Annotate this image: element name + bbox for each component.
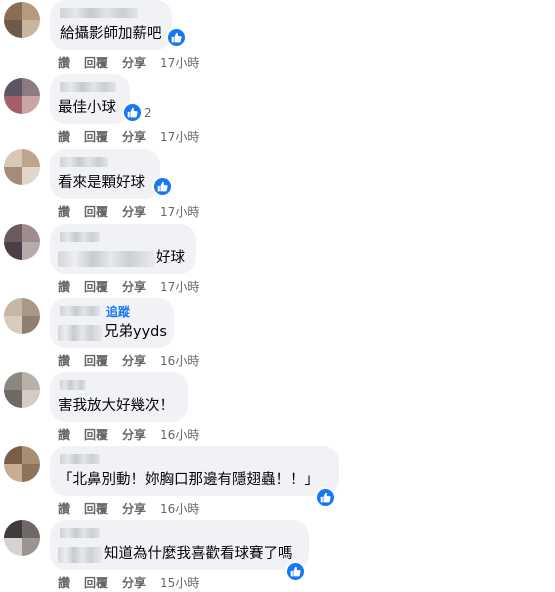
comment-bubble: 給攝影師加薪吧: [50, 0, 172, 50]
timestamp[interactable]: 16小時: [160, 352, 199, 369]
author-name[interactable]: [60, 232, 100, 242]
avatar[interactable]: [4, 149, 40, 185]
comment-text: 看來是顆好球: [58, 175, 145, 191]
like-thumb-icon[interactable]: [122, 102, 143, 123]
author-name[interactable]: [60, 82, 116, 92]
comment-bubble: 「北鼻別動！妳胸口那邊有隱翅蟲！！」: [50, 446, 339, 496]
comment-actions: 讚回覆 分享 17小時: [58, 203, 199, 220]
comment-actions: 讚回覆 分享 17小時: [58, 54, 199, 71]
like-link[interactable]: 讚: [58, 278, 70, 295]
comment-actions: 讚回覆 分享 15小時: [58, 574, 199, 591]
comment-bubble: 追蹤 兄弟yyds: [50, 298, 174, 348]
timestamp[interactable]: 16小時: [160, 426, 199, 443]
comment-text: 給攝影師加薪吧: [60, 26, 162, 42]
timestamp[interactable]: 17小時: [160, 128, 199, 145]
like-thumb-icon[interactable]: [166, 27, 187, 48]
comment-text: 好球: [156, 250, 185, 266]
reply-link[interactable]: 回覆: [84, 574, 108, 591]
like-link[interactable]: 讚: [58, 203, 70, 220]
reaction-count[interactable]: 2: [144, 105, 152, 121]
share-link[interactable]: 分享: [122, 128, 146, 145]
like-thumb-icon[interactable]: [285, 561, 306, 582]
like-thumb-icon[interactable]: [152, 176, 173, 197]
timestamp[interactable]: 17小時: [160, 54, 199, 71]
comment-actions: 讚回覆 分享 16小時: [58, 426, 199, 443]
share-link[interactable]: 分享: [122, 54, 146, 71]
comment-actions: 讚回覆 分享 16小時: [58, 500, 199, 517]
comment-text: 知道為什麼我喜歡看球賽了嗎: [104, 546, 293, 562]
comment-text: 「北鼻別動！妳胸口那邊有隱翅蟲！！」: [58, 472, 319, 488]
comment-actions: 讚回覆 分享 16小時: [58, 352, 199, 369]
author-name[interactable]: [60, 454, 100, 464]
share-link[interactable]: 分享: [122, 203, 146, 220]
share-link[interactable]: 分享: [122, 352, 146, 369]
reply-link[interactable]: 回覆: [84, 278, 108, 295]
comment-bubble: 看來是顆好球: [50, 149, 160, 199]
share-link[interactable]: 分享: [122, 278, 146, 295]
comment-text: 兄弟yyds: [104, 324, 167, 340]
comment-text: 最佳小球: [58, 100, 116, 116]
share-link[interactable]: 分享: [122, 574, 146, 591]
follow-link[interactable]: 追蹤: [106, 303, 130, 320]
redacted-text: [58, 325, 102, 341]
like-link[interactable]: 讚: [58, 500, 70, 517]
author-name[interactable]: [60, 157, 108, 167]
reply-link[interactable]: 回覆: [84, 352, 108, 369]
avatar[interactable]: [4, 446, 40, 482]
share-link[interactable]: 分享: [122, 500, 146, 517]
reply-link[interactable]: 回覆: [84, 128, 108, 145]
avatar[interactable]: [4, 372, 40, 408]
author-name[interactable]: [60, 306, 100, 316]
like-link[interactable]: 讚: [58, 128, 70, 145]
avatar[interactable]: [4, 224, 40, 260]
author-name[interactable]: [60, 8, 138, 18]
reply-link[interactable]: 回覆: [84, 54, 108, 71]
reply-link[interactable]: 回覆: [84, 500, 108, 517]
like-link[interactable]: 讚: [58, 352, 70, 369]
avatar[interactable]: [4, 2, 40, 38]
timestamp[interactable]: 16小時: [160, 500, 199, 517]
redacted-text: [58, 547, 102, 563]
avatar[interactable]: [4, 520, 40, 556]
reply-link[interactable]: 回覆: [84, 426, 108, 443]
comment-actions: 讚回覆 分享 17小時: [58, 278, 199, 295]
comment-actions: 讚回覆 分享 17小時: [58, 128, 199, 145]
avatar[interactable]: [4, 78, 40, 114]
reply-link[interactable]: 回覆: [84, 203, 108, 220]
share-link[interactable]: 分享: [122, 426, 146, 443]
comment-bubble: 知道為什麼我喜歡看球賽了嗎: [50, 520, 309, 570]
redacted-text: [58, 251, 154, 267]
comment-text: 害我放大好幾次！: [58, 398, 174, 414]
like-thumb-icon[interactable]: [315, 487, 336, 508]
comment-bubble: 好球: [50, 224, 196, 274]
timestamp[interactable]: 15小時: [160, 574, 199, 591]
like-link[interactable]: 讚: [58, 574, 70, 591]
avatar[interactable]: [4, 298, 40, 334]
timestamp[interactable]: 17小時: [160, 203, 199, 220]
comment-bubble: 最佳小球: [50, 74, 130, 124]
comment-bubble: 害我放大好幾次！: [50, 372, 188, 422]
author-name[interactable]: [60, 528, 100, 538]
like-link[interactable]: 讚: [58, 54, 70, 71]
like-link[interactable]: 讚: [58, 426, 70, 443]
author-name[interactable]: [60, 380, 86, 390]
timestamp[interactable]: 17小時: [160, 278, 199, 295]
